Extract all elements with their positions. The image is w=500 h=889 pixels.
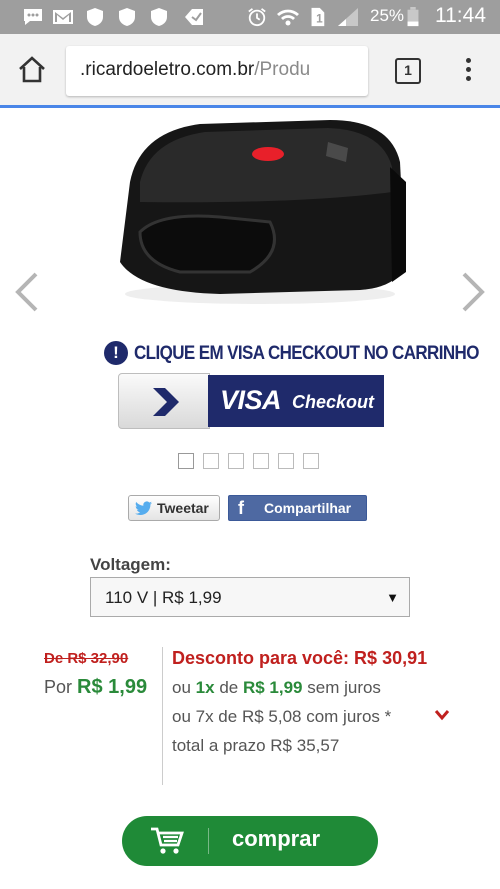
cart-icon [151, 827, 184, 854]
discount-text: Desconto para você: R$ 30,91 [172, 648, 428, 668]
tab-switcher-button[interactable]: 1 [395, 58, 421, 84]
battery-percent: 25% [370, 6, 405, 25]
chevron-down-icon[interactable] [434, 709, 450, 721]
status-bar: 1 25% 11:44 [0, 0, 500, 34]
exclamation-icon: ! [104, 341, 128, 365]
visa-chevron-box [118, 373, 210, 429]
signal-icon [338, 8, 358, 26]
battery-icon [407, 7, 419, 27]
browser-toolbar: .ricardoeletro.com.br/Produ 1 [0, 34, 500, 108]
visa-checkout-notice: ! CLIQUE EM VISA CHECKOUT NO CARRINHO [104, 340, 479, 366]
chevron-right-icon [153, 388, 179, 416]
current-price: Por R$ 1,99 [44, 676, 148, 698]
visa-checkout-label: VISA Checkout [208, 375, 384, 427]
voltage-select[interactable]: 110 V | R$ 1,99 ▼ [90, 577, 410, 617]
sim-icon: 1 [311, 7, 325, 27]
gmail-icon [53, 10, 73, 24]
buy-button[interactable]: comprar [122, 816, 378, 866]
installment-1x: ou 1x de R$ 1,99 sem juros [172, 678, 381, 697]
wifi-icon [277, 9, 299, 26]
carousel-dot[interactable] [278, 453, 294, 469]
buy-divider [208, 828, 209, 854]
facebook-icon: f [238, 497, 244, 518]
facebook-share-button[interactable]: f Compartilhar [228, 495, 367, 521]
clock: 11:44 [435, 4, 486, 27]
carousel-dot[interactable] [253, 453, 269, 469]
shield-icon [119, 8, 135, 26]
tweet-label: Tweetar [157, 500, 209, 516]
buy-label: comprar [232, 826, 321, 851]
svg-text:1: 1 [316, 11, 323, 25]
product-image [120, 120, 406, 304]
url-text: .ricardoeletro.com.br/Produ [80, 59, 311, 80]
voltage-selected-value: 110 V | R$ 1,99 [105, 588, 222, 607]
dropdown-caret-icon: ▼ [386, 590, 399, 605]
installment-7x: ou 7x de R$ 5,08 com juros * [172, 707, 392, 726]
chat-icon [24, 9, 42, 25]
carousel-pagination [178, 453, 328, 469]
visa-checkout-badge: VISA Checkout [118, 373, 384, 429]
share-label: Compartilhar [264, 500, 352, 516]
total-installment: total a prazo R$ 35,57 [172, 736, 340, 755]
tweet-button[interactable]: Tweetar [128, 495, 220, 521]
tag-icon [185, 9, 203, 25]
shield-icon [87, 8, 103, 26]
url-bar[interactable]: .ricardoeletro.com.br/Produ [66, 46, 368, 96]
carousel-dot[interactable] [303, 453, 319, 469]
twitter-icon [135, 501, 152, 515]
price-divider [162, 647, 163, 785]
carousel-prev-icon[interactable] [12, 270, 42, 314]
alarm-icon [248, 8, 266, 27]
old-price: De R$ 32,90 [44, 650, 129, 667]
overflow-menu-icon[interactable] [458, 55, 478, 87]
carousel-dot[interactable] [228, 453, 244, 469]
shield-icon [151, 8, 167, 26]
carousel-dot[interactable] [178, 453, 194, 469]
visa-notice-text: CLIQUE EM VISA CHECKOUT NO CARRINHO [134, 341, 479, 364]
voltage-label: Voltagem: [90, 555, 171, 574]
carousel-dot[interactable] [203, 453, 219, 469]
home-icon[interactable] [16, 54, 48, 86]
carousel-next-icon[interactable] [458, 270, 488, 314]
